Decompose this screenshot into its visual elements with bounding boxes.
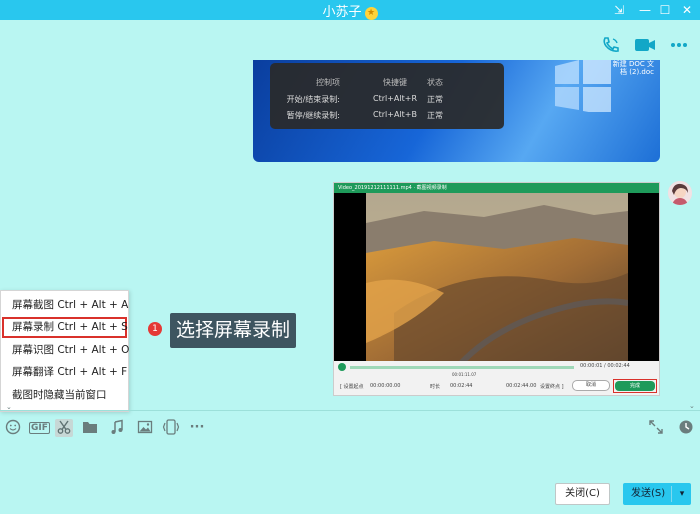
maximize-button[interactable]: ☐: [656, 1, 674, 19]
minimize-button[interactable]: —: [636, 1, 654, 19]
avatar-image: [668, 181, 692, 205]
hotkey-panel: 控制项 快捷键 状态 开始/结束录制: Ctrl+Alt+R 正常 暂停/继续录…: [270, 63, 504, 129]
scissors-icon[interactable]: [55, 419, 73, 437]
phone-call-icon[interactable]: [601, 36, 623, 54]
send-button[interactable]: 发送(S) ▾: [623, 483, 691, 505]
menu-item-screen-translate[interactable]: 屏幕翻译 Ctrl + Alt + F: [2, 362, 127, 383]
phone-screen-icon[interactable]: [162, 419, 180, 437]
history-clock-icon[interactable]: [677, 419, 695, 437]
avatar[interactable]: [668, 181, 692, 205]
confirm-button-highlight: 完成: [613, 379, 657, 393]
window-title: 小苏子 ★: [0, 1, 700, 20]
image-icon[interactable]: [136, 419, 154, 437]
duration-label: 时长: [430, 384, 441, 390]
contact-name: 小苏子: [322, 5, 362, 20]
annotation-callout: 选择屏幕录制: [170, 313, 297, 348]
player-title-bar: Video_20191212111111.mp4 · 截图视频录制: [334, 183, 659, 193]
marker-time: 00:01:11.07: [452, 372, 477, 377]
menu-item-screen-recognize[interactable]: 屏幕识图 Ctrl + Alt + O: [2, 340, 129, 361]
send-options-icon[interactable]: ▾: [673, 483, 691, 505]
time-readout: 00:00:01 / 00:02:44: [580, 363, 630, 369]
video-call-icon[interactable]: [634, 36, 656, 54]
emoji-icon[interactable]: [4, 419, 22, 437]
screenshot-menu: 屏幕截图 Ctrl + Alt + A 屏幕录制 Ctrl + Alt + S …: [0, 290, 129, 412]
hotkey-row: 开始/结束录制: Ctrl+Alt+R 正常: [286, 94, 443, 104]
set-end-button[interactable]: 设置终点 ]: [540, 383, 564, 390]
progress-track[interactable]: [350, 366, 574, 369]
hotkey-row: 暂停/继续录制: Ctrl+Alt+B 正常: [286, 110, 443, 120]
toolbar-divider: [0, 410, 700, 411]
expand-icon[interactable]: [647, 419, 665, 437]
music-icon[interactable]: [108, 419, 126, 437]
menu-item-screen-record[interactable]: 屏幕录制 Ctrl + Alt + S: [2, 317, 128, 338]
more-tools-icon[interactable]: ···: [188, 419, 206, 437]
confirm-button[interactable]: 完成: [615, 381, 655, 391]
menu-item-screen-capture[interactable]: 屏幕截图 Ctrl + Alt + A: [2, 295, 128, 316]
end-time: 00:02:44.00: [506, 383, 537, 389]
play-pause-icon[interactable]: [338, 363, 346, 371]
send-divider: [671, 486, 672, 502]
close-window-button[interactable]: ✕: [678, 1, 696, 19]
gif-icon[interactable]: GIF: [29, 419, 50, 437]
collapse-chevron-icon[interactable]: ⌄: [689, 402, 695, 410]
step-number-badge: 1: [148, 322, 162, 336]
folder-icon[interactable]: [81, 419, 99, 437]
duration-value: 00:02:44: [450, 383, 473, 389]
desktop-file-label: 新建 DOC 文 档 (2).doc: [612, 60, 654, 76]
restore-window-icon[interactable]: ⇲: [610, 1, 628, 19]
star-icon: ★: [364, 7, 378, 20]
start-time: 00:00:00.00: [370, 383, 401, 389]
player-controls: 00:00:01 / 00:02:44 00:01:11.07 [ 设置起点 0…: [334, 361, 659, 395]
landscape-image: [334, 193, 659, 371]
set-start-button[interactable]: [ 设置起点: [340, 383, 364, 390]
title-bar: 小苏子 ★ ⇲ — ☐ ✕: [0, 0, 700, 20]
image-message-video-editor[interactable]: Video_20191212111111.mp4 · 截图视频录制 00:00:…: [333, 182, 660, 396]
windows-logo-icon: [555, 60, 611, 112]
message-input[interactable]: [0, 440, 700, 480]
more-icon[interactable]: [669, 36, 691, 54]
video-frame: [334, 193, 659, 371]
menu-item-hide-window[interactable]: 截图时隐藏当前窗口: [2, 385, 127, 406]
hotkey-header-row: 控制项 快捷键 状态: [316, 78, 443, 87]
close-button[interactable]: 关闭(C): [555, 483, 610, 505]
cancel-button[interactable]: 取消: [572, 380, 610, 391]
image-message-desktop[interactable]: 新建 DOC 文 档 (2).doc 控制项 快捷键 状态 开始/结束录制: C…: [253, 60, 660, 162]
